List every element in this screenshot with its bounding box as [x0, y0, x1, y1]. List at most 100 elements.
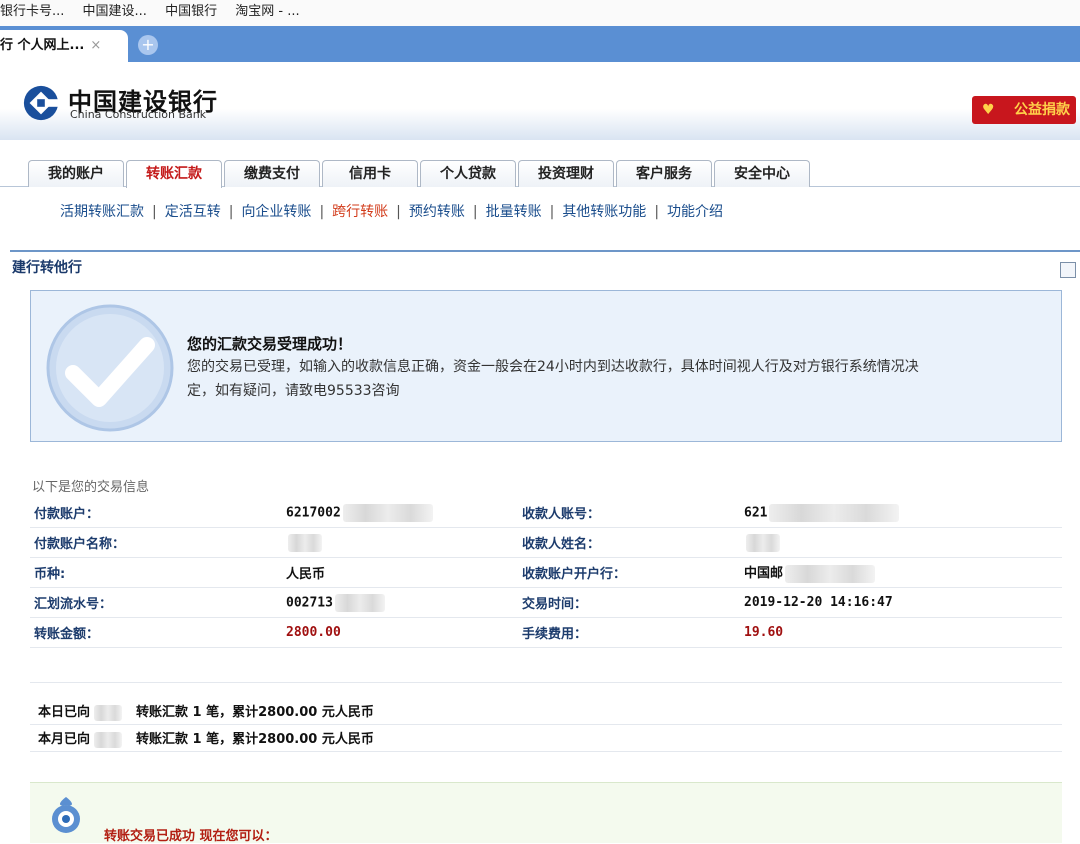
- payee-bank-text: 中国邮: [744, 566, 784, 582]
- payer-name-value: [286, 527, 518, 558]
- transfer-summary: 本日已向 转账汇款 1 笔，累计2800.00 元人民币 本月已向 转账汇款 1 笔…: [30, 698, 1062, 752]
- tab-security-center[interactable]: 安全中心: [714, 160, 810, 187]
- separator: |: [152, 204, 157, 220]
- payee-name-label: 收款人姓名：: [518, 527, 744, 558]
- redacted-mask: [288, 533, 322, 552]
- bookmark-item[interactable]: 中国建设...: [83, 4, 147, 19]
- donate-button[interactable]: ♥ 公益捐款: [972, 96, 1076, 124]
- success-title: 您的汇款交易受理成功！: [187, 335, 353, 353]
- browser-tab-bar: 行 个人网上... × +: [0, 26, 1080, 62]
- table-row: 付款账户名称： 收款人姓名：: [30, 527, 1062, 558]
- browser-tab-title: 行 个人网上...: [0, 38, 85, 53]
- payer-account-text: 6217002: [286, 505, 341, 520]
- payee-bank-label: 收款账户开户行：: [518, 557, 744, 588]
- summary-today-prefix: 本日已向: [38, 705, 91, 721]
- bookmark-item[interactable]: 淘宝网 - ...: [235, 4, 299, 19]
- print-icon[interactable]: [1060, 262, 1076, 278]
- table-row: 转账金额： 2800.00 手续费用： 19.60: [30, 617, 1062, 648]
- mascot-icon: [52, 797, 80, 833]
- currency-label: 币种:: [30, 557, 286, 588]
- table-row: 本日已向 转账汇款 1 笔，累计2800.00 元人民币: [30, 698, 1062, 725]
- fee-value: 19.60: [744, 617, 1062, 648]
- subnav-item[interactable]: 功能介绍: [667, 204, 723, 220]
- separator: |: [472, 204, 478, 220]
- redacted-mask: [94, 731, 123, 748]
- tab-customer-service[interactable]: 客户服务: [616, 160, 712, 187]
- tab-credit-card[interactable]: 信用卡: [322, 160, 418, 187]
- summary-month-prefix: 本月已向: [38, 732, 91, 748]
- table-row: 本月已向 转账汇款 1 笔，累计2800.00 元人民币: [30, 724, 1062, 752]
- redacted-mask: [334, 593, 385, 612]
- subnav-item[interactable]: 定活互转: [165, 204, 221, 220]
- heart-icon: ♥: [982, 102, 995, 118]
- transaction-time-label: 交易时间：: [518, 587, 744, 618]
- divider: [30, 682, 1062, 683]
- ccb-logo-icon: [23, 85, 60, 121]
- success-message: 您的交易已受理，如输入的收款信息正确，资金一般会在24小时内到达收款行，具体时间…: [187, 359, 919, 375]
- section-divider: [10, 250, 1080, 252]
- success-message-cont: 定，如有疑问，请致电95533咨询: [187, 383, 400, 399]
- table-row: 币种: 人民币 收款账户开户行： 中国邮: [30, 557, 1062, 588]
- serial-number-value: 002713: [286, 587, 518, 618]
- redacted-mask: [769, 503, 900, 522]
- subnav-item-active[interactable]: 跨行转账: [332, 204, 388, 220]
- close-icon[interactable]: ×: [90, 38, 101, 53]
- transaction-details-table: 付款账户： 6217002 收款人账号： 621 付款账户名称： 收款人姓名： …: [30, 498, 1062, 648]
- tab-transfer[interactable]: 转账汇款: [126, 160, 222, 188]
- success-panel: 您的汇款交易受理成功！ 您的交易已受理，如输入的收款信息正确，资金一般会在24小…: [30, 290, 1062, 442]
- bookmark-item[interactable]: 中国银行: [165, 4, 217, 19]
- table-row: 付款账户： 6217002 收款人账号： 621: [30, 498, 1062, 528]
- checkmark-icon: [46, 304, 174, 432]
- new-tab-button[interactable]: +: [138, 35, 158, 55]
- redacted-mask: [785, 564, 876, 583]
- summary-today: 本日已向 转账汇款 1 笔，累计2800.00 元人民币: [30, 698, 1062, 725]
- donate-label: 公益捐款: [1014, 102, 1070, 118]
- separator: |: [228, 204, 234, 220]
- serial-number-label: 汇划流水号：: [30, 587, 286, 618]
- bookmarks-bar: 银行卡号... 中国建设... 中国银行 淘宝网 - ...: [0, 0, 1080, 27]
- payer-account-label: 付款账户：: [30, 498, 286, 528]
- brand-name-en: China Construction Bank: [70, 108, 207, 121]
- section-title: 建行转他行: [12, 260, 82, 276]
- summary-month: 本月已向 转账汇款 1 笔，累计2800.00 元人民币: [30, 724, 1062, 752]
- separator: |: [319, 204, 325, 220]
- table-row: 汇划流水号： 002713 交易时间： 2019-12-20 14:16:47: [30, 587, 1062, 618]
- separator: |: [396, 204, 401, 220]
- amount-label: 转账金额：: [30, 617, 286, 648]
- separator: |: [549, 204, 555, 220]
- summary-month-text: 转账汇款 1 笔，累计2800.00 元人民币: [136, 732, 374, 748]
- subnav-item[interactable]: 其他转账功能: [562, 204, 646, 220]
- payee-account-label: 收款人账号：: [518, 498, 744, 528]
- next-steps-panel: 转账交易已成功 现在您可以：: [30, 782, 1062, 844]
- next-steps-text: 转账交易已成功 现在您可以：: [104, 829, 278, 844]
- payee-name-value: [744, 527, 1062, 558]
- subnav-item[interactable]: 向企业转账: [241, 204, 311, 220]
- details-caption: 以下是您的交易信息: [32, 480, 150, 495]
- redacted-mask: [94, 704, 123, 721]
- bookmark-item[interactable]: 银行卡号...: [0, 4, 64, 19]
- main-nav: 我的账户 转账汇款 缴费支付 信用卡 个人贷款 投资理财 客户服务 安全中心: [0, 160, 1080, 188]
- transaction-time-value: 2019-12-20 14:16:47: [744, 587, 1062, 618]
- subnav-item[interactable]: 预约转账: [409, 204, 465, 220]
- fee-label: 手续费用：: [518, 617, 744, 648]
- payer-name-label: 付款账户名称：: [30, 527, 286, 558]
- redacted-mask: [746, 533, 780, 552]
- subnav-item[interactable]: 批量转账: [486, 204, 542, 220]
- browser-tab[interactable]: 行 个人网上... ×: [0, 30, 128, 62]
- tab-personal-loan[interactable]: 个人贷款: [420, 160, 516, 187]
- subnav-item[interactable]: 活期转账汇款: [60, 204, 144, 220]
- amount-value: 2800.00: [286, 617, 518, 648]
- tab-investment[interactable]: 投资理财: [518, 160, 614, 187]
- separator: |: [654, 204, 660, 220]
- payer-account-value: 6217002: [286, 498, 518, 528]
- payee-account-value: 621: [744, 498, 1062, 528]
- summary-today-text: 转账汇款 1 笔，累计2800.00 元人民币: [136, 705, 374, 721]
- tab-payment[interactable]: 缴费支付: [224, 160, 320, 187]
- redacted-mask: [342, 503, 433, 522]
- sub-nav: 活期转账汇款 | 定活互转 | 向企业转账 | 跨行转账 | 预约转账 | 批量转账 | 其他转账功能 |…: [60, 201, 723, 221]
- currency-value: 人民币: [286, 557, 518, 588]
- bank-header: 中国建设银行 China Construction Bank ♥ 公益捐款: [0, 62, 1080, 140]
- payee-bank-value: 中国邮: [744, 557, 1062, 588]
- serial-number-text: 002713: [286, 595, 333, 610]
- tab-my-account[interactable]: 我的账户: [28, 160, 124, 187]
